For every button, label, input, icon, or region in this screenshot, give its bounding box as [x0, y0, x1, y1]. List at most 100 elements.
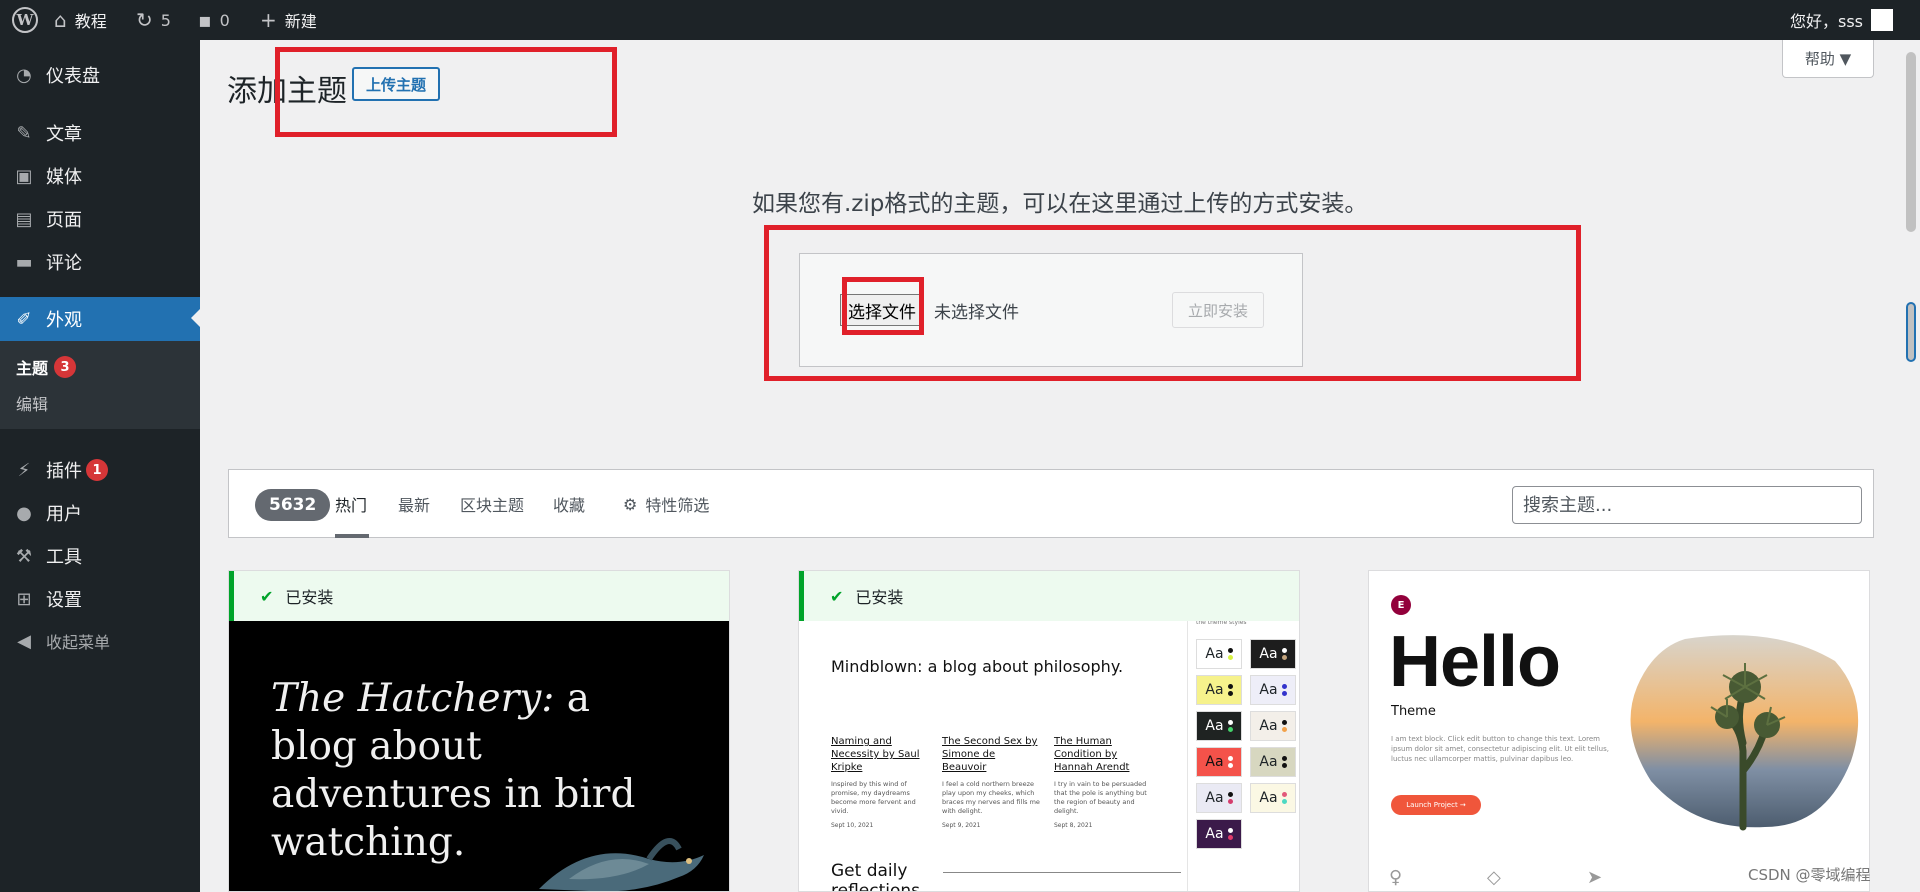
new-label: 新建: [284, 12, 317, 31]
page-icon: ▤: [15, 208, 33, 230]
sidebar-item-label: 外观: [46, 310, 82, 331]
post-date: Sept 8, 2021: [1054, 822, 1093, 829]
sidebar-item-tools[interactable]: ⚒ 工具: [0, 535, 200, 577]
sidebar-item-label: 评论: [46, 253, 82, 274]
scrollbar-handle[interactable]: [1906, 302, 1916, 362]
theme-search-input[interactable]: [1512, 486, 1862, 524]
style-swatch: Aa: [1196, 783, 1242, 813]
bird-illustration: [539, 838, 704, 891]
style-swatch: Aa: [1250, 783, 1296, 813]
updates-link[interactable]: ↻ 5: [136, 0, 171, 40]
sidebar-item-dashboard[interactable]: ◔ 仪表盘: [0, 54, 200, 96]
sidebar-item-plugins[interactable]: ⚡ 插件 1: [0, 449, 200, 491]
help-tab-button[interactable]: 帮助 ▼: [1782, 40, 1874, 78]
plugins-update-badge: 1: [86, 459, 108, 481]
cactus-photo-blob: [1630, 635, 1859, 831]
my-account-link[interactable]: 您好，sss: [1790, 0, 1894, 40]
sidebar-item-label: 用户: [46, 504, 82, 525]
theme-card-3[interactable]: E Hello Theme I am text block. Click edi…: [1368, 570, 1870, 892]
scrollbar-thumb[interactable]: [1906, 52, 1916, 232]
check-icon: ✔: [260, 586, 274, 606]
style-swatch: Aa: [1196, 639, 1242, 669]
check-icon: ✔: [830, 586, 844, 606]
installed-banner: ✔ 已安装: [229, 571, 729, 621]
collapse-icon: ◀: [17, 630, 31, 652]
sidebar-item-label: 页面: [46, 210, 82, 231]
wordpress-logo[interactable]: W: [12, 0, 38, 40]
updates-icon: ↻: [136, 8, 153, 32]
theme-card-1[interactable]: The Hatchery: a blog about adventures in…: [228, 570, 730, 892]
theme-card-2[interactable]: Mindblown: a blog about philosophy. Nami…: [798, 570, 1300, 892]
sidebar-item-comments[interactable]: ▬ 评论: [0, 241, 200, 283]
wrench-icon: ⚒: [15, 545, 33, 567]
style-swatch: Aa: [1250, 639, 1296, 669]
screenshot-body-text: I am text block. Click edit button to ch…: [1391, 735, 1609, 763]
screenshot-title: Mindblown: a blog about philosophy.: [831, 657, 1124, 676]
style-swatch: Aa: [1250, 675, 1296, 705]
dashboard-icon: ◔: [16, 64, 32, 86]
sidebar-item-label: 文章: [46, 124, 82, 145]
highlight-box-choose-file: [842, 277, 924, 335]
sidebar-item-label: 设置: [46, 590, 82, 611]
feature-filter-button[interactable]: ⚙ 特性筛选: [623, 492, 709, 516]
site-name-link[interactable]: ⌂ 教程: [54, 0, 107, 40]
sidebar-item-settings[interactable]: ⊞ 设置: [0, 578, 200, 620]
submenu-item-editor[interactable]: 编辑: [16, 391, 48, 415]
swatch-label: Aa: [1205, 754, 1224, 770]
diamond-icon: ◇: [1487, 867, 1501, 888]
wordpress-icon: W: [12, 7, 38, 33]
sidebar-item-media[interactable]: ▣ 媒体: [0, 155, 200, 197]
sidebar-item-posts[interactable]: ✎ 文章: [0, 112, 200, 154]
upload-help-text: 如果您有.zip格式的主题，可以在这里通过上传的方式安装。: [752, 191, 1368, 217]
updates-count: 5: [160, 10, 171, 30]
submenu-item-label: 编辑: [16, 395, 49, 414]
screenshot-subtitle: Theme: [1391, 704, 1436, 719]
avatar: [1871, 9, 1894, 31]
post-title: The Human Condition by Hannah Arendt: [1054, 736, 1130, 773]
site-name: 教程: [74, 12, 107, 31]
post-column: The Human Condition by Hannah Arendt I t…: [1054, 735, 1154, 829]
swatch-label: Aa: [1205, 790, 1224, 806]
installed-banner: ✔ 已安装: [799, 571, 1299, 621]
screenshot-footer-heading: Get daily reflections: [831, 861, 921, 892]
user-icon: ●: [16, 502, 32, 524]
elementor-logo-icon: E: [1391, 595, 1411, 615]
page-scrollbar[interactable]: [1903, 40, 1920, 892]
swatch-label: Aa: [1205, 826, 1224, 842]
swatch-label: Aa: [1259, 718, 1278, 734]
new-content-link[interactable]: + 新建: [260, 0, 317, 40]
style-swatch: Aa: [1196, 675, 1242, 705]
screenshot-launch-button: Launch Project →: [1391, 795, 1481, 815]
post-date: Sept 9, 2021: [942, 822, 981, 829]
post-column: Naming and Necessity by Saul Kripke Insp…: [831, 735, 931, 829]
theme-filter-bar: 5632 热门 最新 区块主题 收藏 ⚙ 特性筛选: [228, 469, 1874, 538]
submenu-item-themes[interactable]: 主题 3: [16, 355, 77, 379]
plugin-icon: ⚡: [17, 459, 31, 481]
sidebar-item-label: 仪表盘: [46, 66, 100, 87]
tab-block-themes[interactable]: 区块主题: [460, 492, 524, 516]
style-swatch: Aa: [1250, 747, 1296, 777]
post-excerpt: I try in vain to be persuaded that the p…: [1054, 780, 1147, 815]
sidebar-item-appearance[interactable]: ✐ 外观: [0, 297, 200, 341]
post-excerpt: Inspired by this wind of promise, my day…: [831, 780, 916, 815]
style-swatch: Aa: [1196, 711, 1242, 741]
tab-favorites[interactable]: 收藏: [553, 492, 585, 516]
collapse-menu-button[interactable]: ◀ 收起菜单: [0, 620, 200, 662]
sidebar-item-label: 收起菜单: [46, 633, 111, 652]
comments-link[interactable]: ▪ 0: [198, 0, 230, 40]
theme-count-badge: 5632: [255, 489, 331, 521]
sidebar-item-users[interactable]: ● 用户: [0, 492, 200, 534]
feature-filter-label: 特性筛选: [645, 496, 710, 515]
headline-italic: The Hatchery:: [271, 676, 555, 721]
sidebar-item-label: 工具: [46, 547, 82, 568]
swatch-label: Aa: [1205, 646, 1224, 662]
tab-latest[interactable]: 最新: [398, 492, 430, 516]
tab-popular[interactable]: 热门: [335, 492, 367, 516]
sidebar-item-pages[interactable]: ▤ 页面: [0, 198, 200, 240]
swatch-label: Aa: [1259, 754, 1278, 770]
post-date: Sept 10, 2021: [831, 822, 874, 829]
admin-bar: W ⌂ 教程 ↻ 5 ▪ 0 + 新建 您好，sss: [0, 0, 1920, 40]
theme-screenshot: E Hello Theme I am text block. Click edi…: [1369, 571, 1869, 891]
highlight-box-upload-button: [275, 47, 617, 137]
greeting: 您好，sss: [1790, 12, 1864, 31]
